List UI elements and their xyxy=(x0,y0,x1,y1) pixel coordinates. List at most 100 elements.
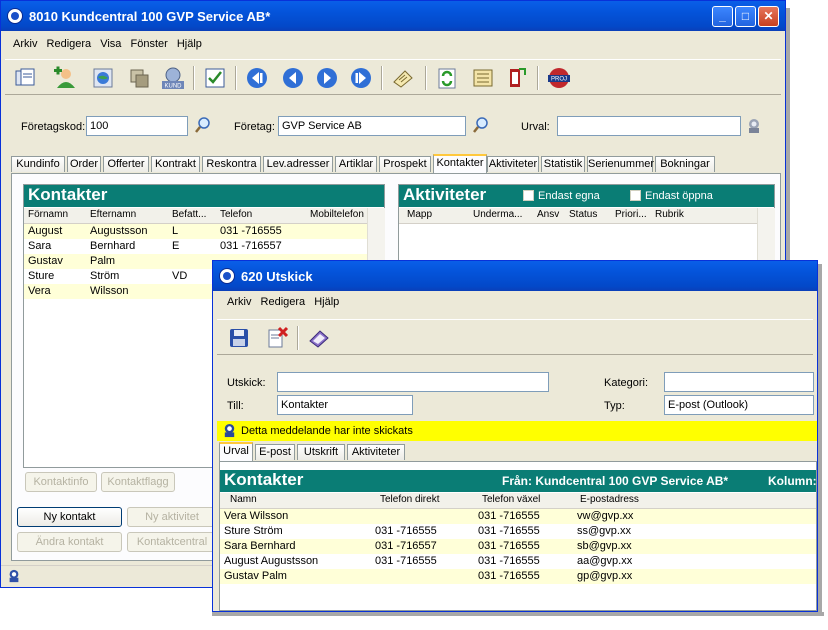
typ-select[interactable]: E-post (Outlook) xyxy=(664,395,814,415)
col-ansv[interactable]: Ansv xyxy=(537,208,559,222)
search-icon[interactable] xyxy=(472,116,490,134)
andra-kontakt-button[interactable]: Ändra kontakt xyxy=(17,532,122,552)
col-namn[interactable]: Namn xyxy=(230,493,257,507)
table-row[interactable]: August Augustsson 031 -716555 031 -71655… xyxy=(220,554,816,569)
endast-oppna-checkbox[interactable] xyxy=(630,190,641,201)
foretag-input[interactable]: GVP Service AB xyxy=(278,116,466,136)
col-efternamn[interactable]: Efternamn xyxy=(90,208,136,222)
foretagskod-input[interactable]: 100 xyxy=(86,116,188,136)
utskick-list-panel: Kontakter Från: Kundcentral 100 GVP Serv… xyxy=(219,461,817,611)
tab-statistik[interactable]: Statistik xyxy=(541,156,585,172)
tab-serienummer[interactable]: Serienummer xyxy=(587,156,654,172)
urval-label: Urval: xyxy=(521,121,550,133)
kontaktinfo-button[interactable]: Kontaktinfo xyxy=(25,472,97,492)
col-telefon-direkt[interactable]: Telefon direkt xyxy=(380,493,439,507)
next-record-icon[interactable] xyxy=(315,66,339,90)
menu-arkiv[interactable]: Arkiv xyxy=(227,296,251,308)
last-record-icon[interactable] xyxy=(349,66,373,90)
tab-kontakter[interactable]: Kontakter xyxy=(433,154,487,173)
save-icon[interactable] xyxy=(227,326,251,350)
kategori-select[interactable] xyxy=(664,372,814,392)
col-telefon-vaxel[interactable]: Telefon växel xyxy=(482,493,540,507)
tab-order[interactable]: Order xyxy=(67,156,101,172)
main-titlebar[interactable]: 8010 Kundcentral 100 GVP Service AB* _ □… xyxy=(1,1,785,31)
delete-document-icon[interactable] xyxy=(265,326,289,350)
app-icon xyxy=(219,268,235,284)
utskick-input[interactable] xyxy=(277,372,549,392)
tab-aktiviteter[interactable]: Aktiviteter xyxy=(487,156,539,172)
documents-icon[interactable] xyxy=(13,66,37,90)
previous-record-icon[interactable] xyxy=(281,66,305,90)
menu-arkiv[interactable]: Arkiv xyxy=(13,38,37,50)
notes-icon[interactable] xyxy=(391,66,415,90)
table-row[interactable]: August Augustsson L 031 -716555 xyxy=(24,224,367,239)
menu-hjalp[interactable]: Hjälp xyxy=(177,38,202,50)
toolbar-separator xyxy=(193,66,195,90)
first-record-icon[interactable] xyxy=(245,66,269,90)
endast-egna-checkbox[interactable] xyxy=(523,190,534,201)
kund-icon[interactable]: KUND xyxy=(161,66,185,90)
utskick-titlebar[interactable]: 620 Utskick xyxy=(213,261,817,291)
col-fornamn[interactable]: Förnamn xyxy=(28,208,68,222)
tab-e-post[interactable]: E-post xyxy=(255,444,295,460)
tab-kontrakt[interactable]: Kontrakt xyxy=(151,156,200,172)
col-mobiltelefon[interactable]: Mobiltelefon xyxy=(310,208,364,222)
checklist-icon[interactable] xyxy=(203,66,227,90)
col-underman[interactable]: Underma... xyxy=(473,208,522,222)
tab-lev-adresser[interactable]: Lev.adresser xyxy=(263,156,333,172)
col-prioritet[interactable]: Priori... xyxy=(615,208,647,222)
tab-aktiviteter[interactable]: Aktiviteter xyxy=(347,444,405,460)
tab-reskontra[interactable]: Reskontra xyxy=(202,156,261,172)
address-book-icon[interactable] xyxy=(307,326,331,350)
tab-artiklar[interactable]: Artiklar xyxy=(335,156,377,172)
add-user-icon[interactable] xyxy=(53,66,77,90)
col-befattning[interactable]: Befatt... xyxy=(172,208,206,222)
tab-offerter[interactable]: Offerter xyxy=(103,156,149,172)
tab-kundinfo[interactable]: Kundinfo xyxy=(11,156,65,172)
tab-utskrift[interactable]: Utskrift xyxy=(297,444,345,460)
table-row[interactable]: Vera Wilsson 031 -716555 vw@gvp.xx xyxy=(220,509,816,524)
ny-aktivitet-button[interactable]: Ny aktivitet xyxy=(127,507,217,527)
table-row[interactable]: Sara Bernhard 031 -716557 031 -716555 sb… xyxy=(220,539,816,554)
table-row[interactable]: Sture Ström 031 -716555 031 -716555 ss@g… xyxy=(220,524,816,539)
user-icon[interactable] xyxy=(746,118,762,134)
urval-select[interactable] xyxy=(557,116,741,136)
kontaktcentral-button[interactable]: Kontaktcentral xyxy=(127,532,217,552)
refresh-icon[interactable] xyxy=(435,66,459,90)
utskick-kontakter-title: Kontakter xyxy=(224,470,304,489)
tab-urval[interactable]: Urval xyxy=(219,442,253,461)
table-row[interactable]: Gustav Palm 031 -716555 gp@gvp.xx xyxy=(220,569,816,584)
col-e-postadress[interactable]: E-postadress xyxy=(580,493,639,507)
export-icon[interactable] xyxy=(505,66,529,90)
col-telefon[interactable]: Telefon xyxy=(220,208,252,222)
cell-telefon-vaxel: 031 -716555 xyxy=(478,540,540,552)
toolbar-separator xyxy=(235,66,237,90)
maximize-button[interactable]: □ xyxy=(735,6,756,27)
ny-kontakt-button[interactable]: Ny kontakt xyxy=(17,507,122,527)
menu-redigera[interactable]: Redigera xyxy=(261,296,306,308)
cell-befattning: E xyxy=(172,240,180,252)
till-select[interactable]: Kontakter xyxy=(277,395,413,415)
cell-telefon: 031 -716557 xyxy=(220,240,282,252)
kontaktflagg-button[interactable]: Kontaktflagg xyxy=(101,472,175,492)
col-mapp[interactable]: Mapp xyxy=(407,208,432,222)
copy-icon[interactable] xyxy=(127,66,151,90)
globe-icon[interactable] xyxy=(91,66,115,90)
col-status[interactable]: Status xyxy=(569,208,597,222)
proj-icon[interactable]: PROJ xyxy=(547,66,571,90)
close-button[interactable]: ✕ xyxy=(758,6,779,27)
list-icon[interactable] xyxy=(471,66,495,90)
col-rubrik[interactable]: Rubrik xyxy=(655,208,684,222)
menu-redigera[interactable]: Redigera xyxy=(47,38,92,50)
tab-prospekt[interactable]: Prospekt xyxy=(379,156,431,172)
search-icon[interactable] xyxy=(194,116,212,134)
table-row[interactable]: Sara Bernhard E 031 -716557 xyxy=(24,239,367,254)
cell-efternamn: Ström xyxy=(90,270,120,282)
menu-visa[interactable]: Visa xyxy=(100,38,121,50)
menu-fonster[interactable]: Fönster xyxy=(130,38,167,50)
tab-bokningar[interactable]: Bokningar xyxy=(655,156,715,172)
utskick-tabs: Urval E-post Utskrift Aktiviteter xyxy=(219,442,809,461)
minimize-button[interactable]: _ xyxy=(712,6,733,27)
menu-hjalp[interactable]: Hjälp xyxy=(314,296,339,308)
cell-telefon-vaxel: 031 -716555 xyxy=(478,555,540,567)
